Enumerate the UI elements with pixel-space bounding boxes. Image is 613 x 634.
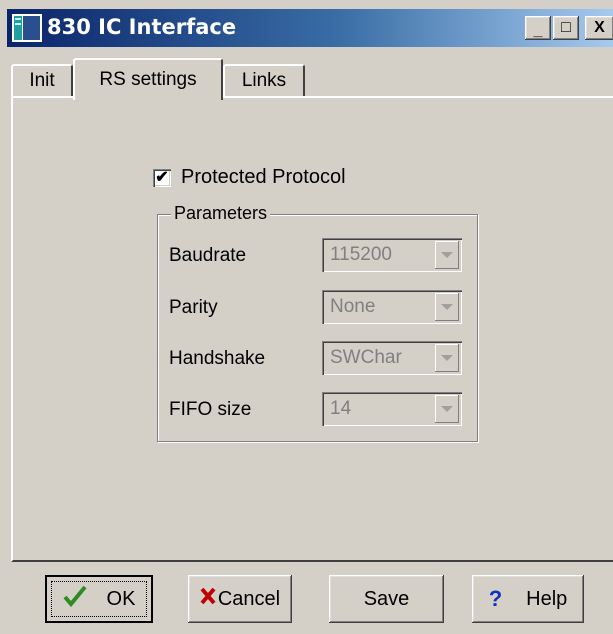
protected-protocol-label[interactable]: Protected Protocol xyxy=(181,166,346,189)
fifo-size-label: FIFO size xyxy=(169,399,252,420)
chevron-down-icon xyxy=(441,355,453,361)
tab-label: Links xyxy=(241,70,287,91)
tab-label: Init xyxy=(29,70,55,91)
chevron-down-icon xyxy=(441,406,453,412)
chevron-down-icon xyxy=(441,252,453,258)
parity-select[interactable]: None xyxy=(322,290,462,324)
tab-label: RS settings xyxy=(99,69,197,90)
close-button[interactable]: X xyxy=(585,16,613,40)
parameters-group-title: Parameters xyxy=(171,203,271,224)
checkmark-icon: ✔ xyxy=(155,168,169,186)
help-label: Help xyxy=(526,587,568,610)
protected-protocol-checkbox[interactable]: ✔ xyxy=(153,168,171,187)
fifo-size-select[interactable]: 14 xyxy=(322,392,462,426)
cancel-label: Cancel xyxy=(217,587,281,610)
handshake-value: SWChar xyxy=(330,347,402,368)
title-bar[interactable]: 830 IC Interface _ □ X xyxy=(7,9,613,47)
close-icon: X xyxy=(594,19,605,36)
tab-strip: Init RS settings Links xyxy=(11,58,611,100)
handshake-dropdown-button[interactable] xyxy=(435,344,459,372)
baudrate-label: Baudrate xyxy=(169,245,247,266)
chevron-down-icon xyxy=(441,304,453,310)
handshake-label: Handshake xyxy=(169,348,266,369)
minimize-icon: _ xyxy=(533,22,543,39)
help-button[interactable]: ? Help xyxy=(472,575,584,623)
parity-dropdown-button[interactable] xyxy=(435,293,459,321)
window-title: 830 IC Interface xyxy=(47,15,237,39)
tab-links[interactable]: Links xyxy=(223,64,305,96)
parity-label: Parity xyxy=(169,297,218,318)
minimize-button[interactable]: _ xyxy=(525,16,551,40)
cancel-button[interactable]: Cancel xyxy=(188,575,292,623)
app-window-icon xyxy=(12,14,42,42)
maximize-icon: □ xyxy=(561,19,571,36)
fifo-size-value: 14 xyxy=(330,398,352,419)
maximize-button[interactable]: □ xyxy=(553,16,579,40)
baudrate-value: 115200 xyxy=(330,244,392,265)
ok-button[interactable]: OK xyxy=(45,575,153,623)
dialog-window: 830 IC Interface _ □ X Init RS settings … xyxy=(0,0,613,634)
tab-rs-settings[interactable]: RS settings xyxy=(73,58,223,100)
handshake-select[interactable]: SWChar xyxy=(322,341,462,375)
protected-protocol-checkbox-row[interactable]: ✔ Protected Protocol xyxy=(153,166,346,189)
baudrate-select[interactable]: 115200 xyxy=(322,238,462,272)
baudrate-dropdown-button[interactable] xyxy=(435,241,459,269)
parity-value: None xyxy=(330,296,376,317)
save-label: Save xyxy=(363,587,410,610)
save-button[interactable]: Save xyxy=(329,575,444,623)
fifo-size-dropdown-button[interactable] xyxy=(435,395,459,423)
tab-init[interactable]: Init xyxy=(11,64,73,96)
focus-rectangle xyxy=(51,581,147,617)
help-question-icon: ? xyxy=(488,586,503,611)
cancel-x-icon xyxy=(200,587,216,611)
